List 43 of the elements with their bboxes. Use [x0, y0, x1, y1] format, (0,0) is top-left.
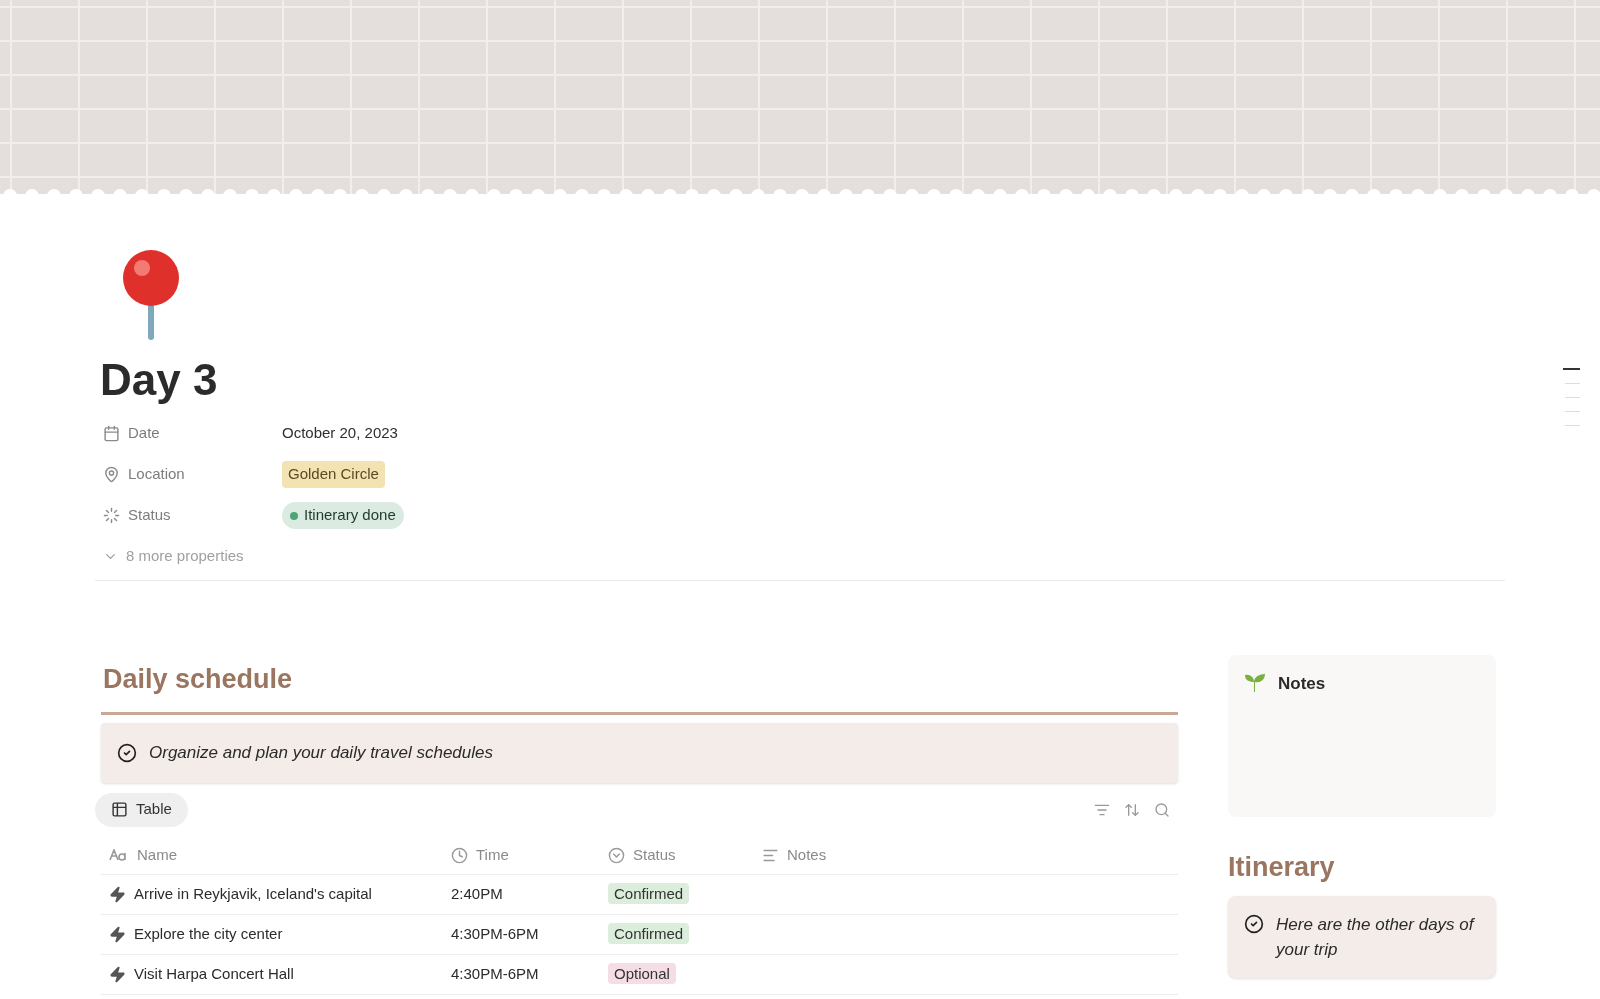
location-icon	[103, 466, 120, 483]
table-cell: 4:30PM-6PM	[451, 965, 539, 982]
status-text: Itinerary done	[304, 505, 396, 526]
table-cell-text: Visit Harpa Concert Hall	[134, 963, 294, 984]
status-icon	[103, 507, 120, 524]
callout-text: Organize and plan your daily travel schedules	[149, 741, 493, 764]
column-header: Status	[633, 844, 676, 865]
notes-title: Notes	[1278, 673, 1326, 695]
sprout-icon	[1244, 671, 1266, 693]
time-column-icon	[451, 846, 468, 864]
view-tab[interactable]: Table	[95, 792, 188, 827]
pushpin-icon	[120, 248, 182, 342]
table-cell: 2:40PM	[451, 885, 503, 902]
table-cell: 4:30PM-6PM	[451, 925, 539, 942]
sort-icon[interactable]	[1124, 801, 1140, 818]
check-circle-icon	[1244, 913, 1264, 934]
table-cell-text: Arrive in Reykjavik, Iceland's capital	[134, 883, 372, 904]
bolt-icon	[109, 885, 126, 903]
bolt-icon	[109, 965, 126, 983]
section-heading: Daily schedule	[102, 663, 294, 696]
table-cell-text: Explore the city center	[134, 923, 283, 944]
date-value: October 20, 2023	[282, 423, 398, 444]
page-title: Day 3	[99, 354, 219, 406]
text-type-icon	[109, 849, 129, 861]
location-tag: Golden Circle	[282, 461, 385, 488]
search-icon[interactable]	[1154, 801, 1170, 818]
status-tag: Confirmed	[608, 923, 690, 944]
table-of-contents-icon[interactable]	[1563, 368, 1580, 426]
property-label: Status	[128, 505, 171, 526]
bolt-icon	[109, 925, 126, 943]
date-icon	[103, 425, 120, 442]
status-tag: Confirmed	[608, 883, 690, 904]
status-tag: Optional	[608, 963, 676, 984]
table-icon	[111, 801, 128, 818]
callout-text: Here are the other days of your trip	[1276, 913, 1476, 961]
column-header: Time	[476, 844, 509, 865]
column-header: Notes	[787, 844, 827, 865]
check-circle-icon	[117, 742, 137, 763]
property-label: Location	[128, 464, 185, 485]
property-label: Date	[128, 423, 160, 444]
status-column-icon	[608, 846, 625, 864]
column-header: Name	[137, 844, 177, 865]
section-heading: Itinerary	[1228, 851, 1336, 884]
